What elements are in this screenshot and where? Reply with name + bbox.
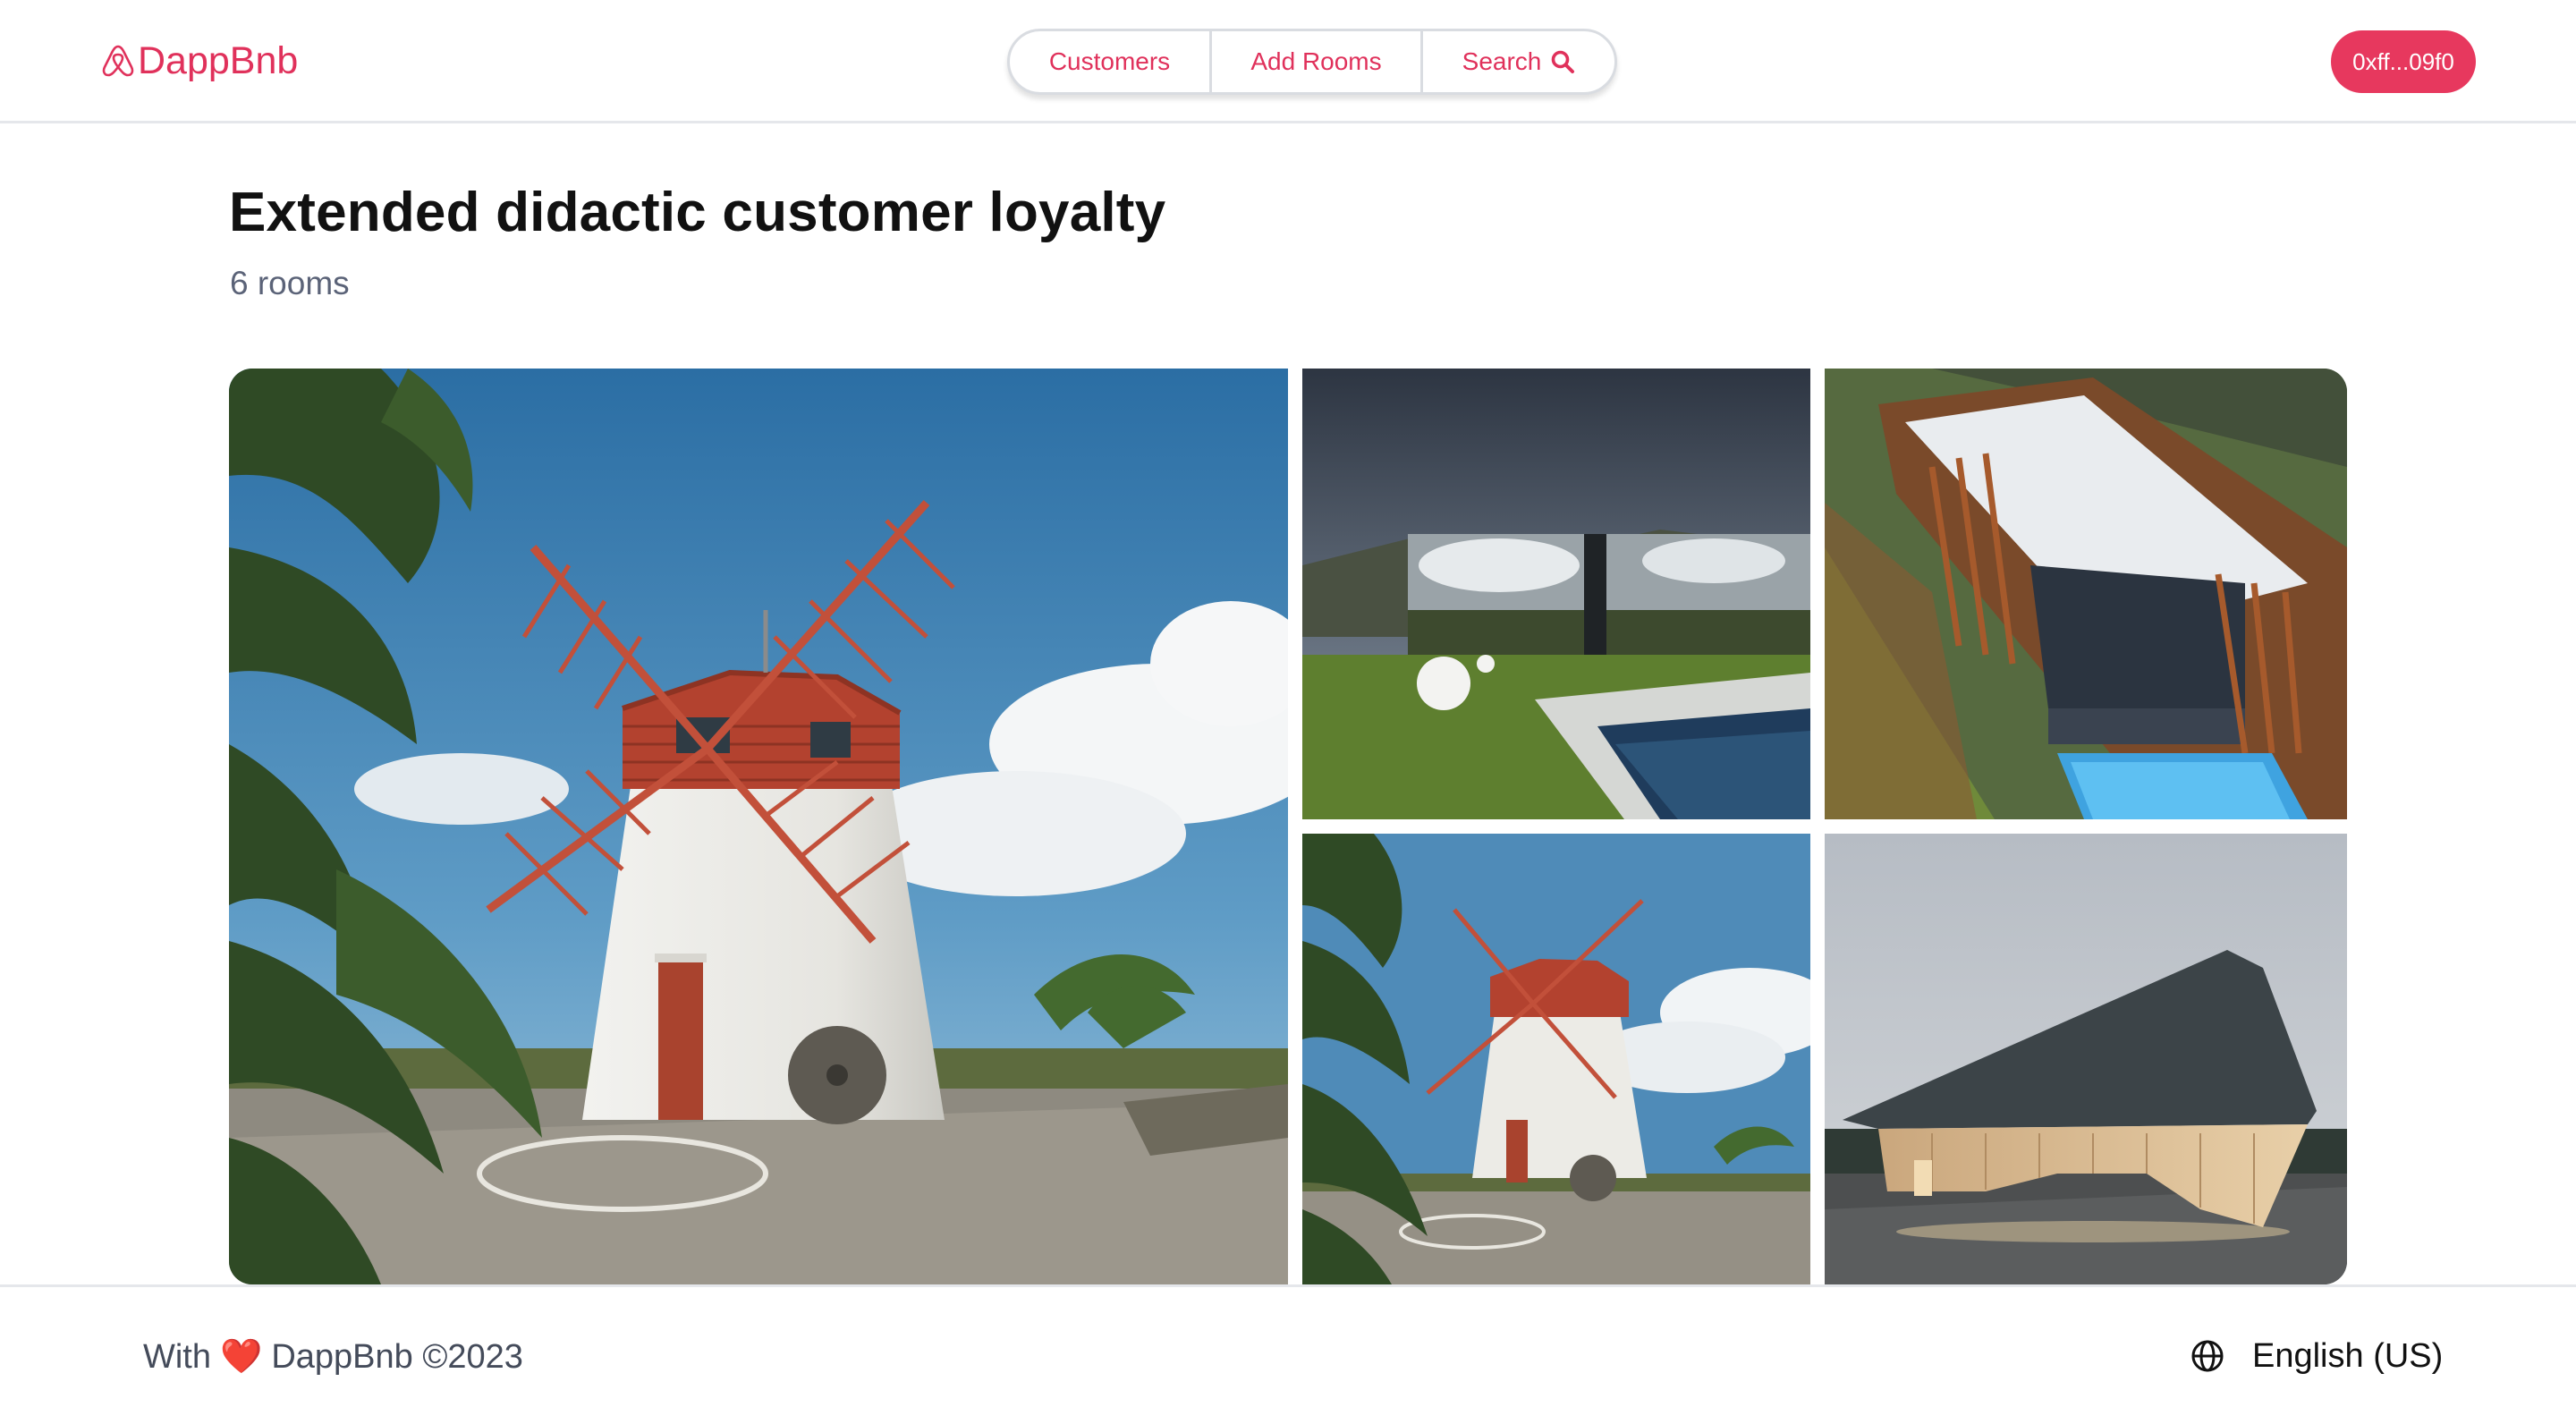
credit-prefix: With <box>143 1337 211 1376</box>
page-title: Extended didactic customer loyalty <box>229 182 1166 243</box>
nav-add-rooms-link[interactable]: Add Rooms <box>1212 31 1423 92</box>
main-nav: Customers Add Rooms Search <box>1007 29 1617 95</box>
nav-customers-link[interactable]: Customers <box>1010 31 1212 92</box>
footer-credit: With ❤️ DappBnb ©2023 <box>143 1337 523 1377</box>
photo-gallery <box>229 369 2347 1284</box>
globe-icon <box>2191 1340 2224 1372</box>
gallery-photo-2[interactable] <box>1302 369 1810 819</box>
airbnb-logo-icon <box>102 45 134 77</box>
mirror-house-photo <box>1302 369 1810 819</box>
gallery-photo-4[interactable] <box>1302 834 1810 1284</box>
pergola-house-photo <box>1825 369 2347 819</box>
nav-search-label: Search <box>1462 47 1542 75</box>
gallery-photo-3[interactable] <box>1825 369 2347 819</box>
footer: With ❤️ DappBnb ©2023 English (US) <box>0 1284 2576 1424</box>
nav-add-rooms-label: Add Rooms <box>1250 47 1382 75</box>
windmill-photo <box>229 369 1288 1284</box>
search-icon <box>1552 50 1575 73</box>
gallery-photo-main[interactable] <box>229 369 1288 1284</box>
heart-icon: ❤️ <box>220 1338 263 1376</box>
gallery-photo-5[interactable] <box>1825 834 2347 1284</box>
concrete-building-photo <box>1825 834 2347 1284</box>
nav-search-link[interactable]: Search <box>1423 31 1614 92</box>
windmill-photo-small <box>1302 834 1810 1284</box>
room-count: 6 rooms <box>230 265 350 301</box>
nav-customers-label: Customers <box>1048 47 1171 75</box>
brand-logo[interactable]: DappBnb <box>102 36 298 86</box>
top-navbar: DappBnb Customers Add Rooms Search 0xff.… <box>0 0 2576 123</box>
brand-name: DappBnb <box>138 38 299 82</box>
wallet-address-label: 0xff...09f0 <box>2352 47 2454 75</box>
credit-suffix: DappBnb ©2023 <box>271 1337 523 1376</box>
wallet-address-button[interactable]: 0xff...09f0 <box>2331 30 2476 93</box>
language-label: English (US) <box>2252 1336 2444 1375</box>
language-selector[interactable]: English (US) <box>2190 1334 2443 1378</box>
